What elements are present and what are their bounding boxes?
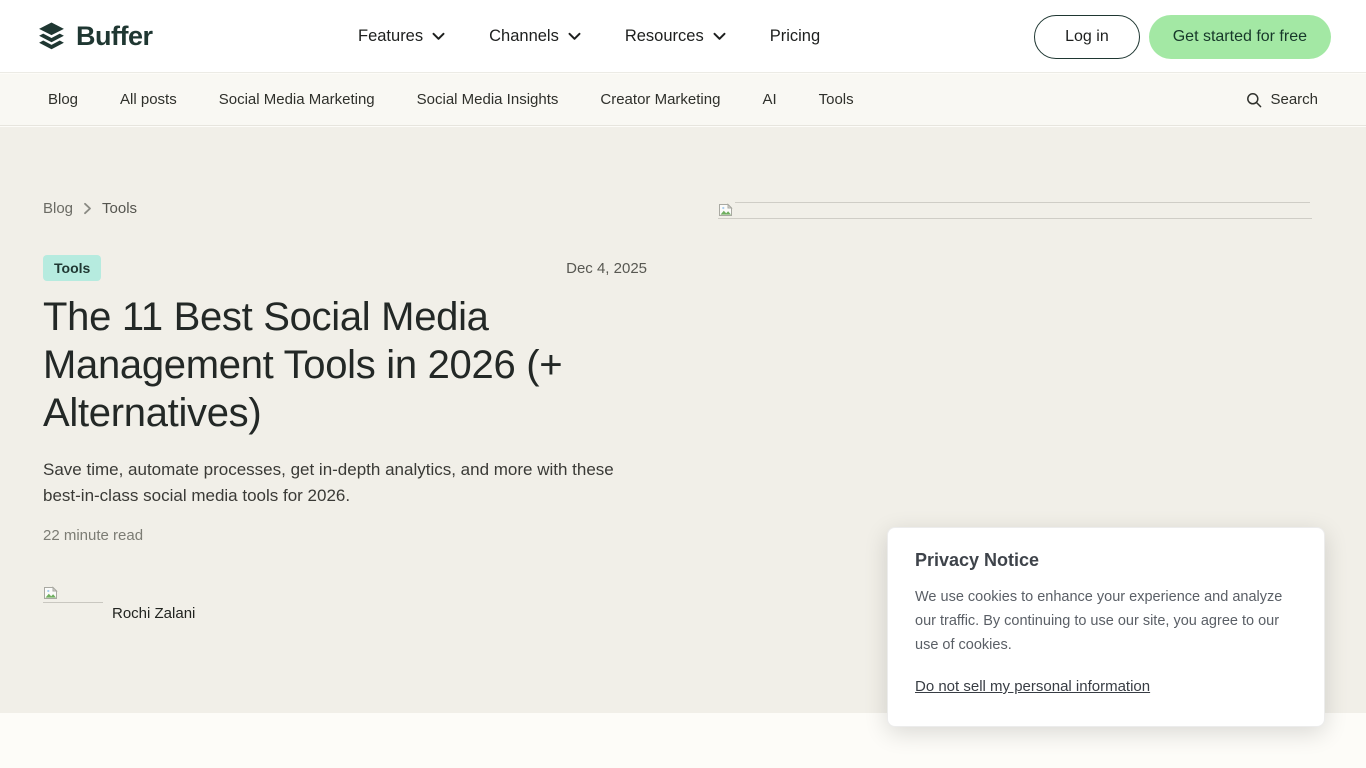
nav-item-channels[interactable]: Channels (489, 27, 581, 46)
buffer-logo-icon (36, 21, 67, 52)
nav-item-label: Features (358, 27, 423, 46)
nav-item-label: Channels (489, 27, 559, 46)
privacy-notice-body: We use cookies to enhance your experienc… (915, 585, 1297, 657)
author-name[interactable]: Rochi Zalani (112, 605, 195, 622)
nav-item-label: Resources (625, 27, 704, 46)
subnav-item-blog[interactable]: Blog (48, 91, 78, 108)
login-button[interactable]: Log in (1034, 15, 1140, 59)
subnav-item-all-posts[interactable]: All posts (120, 91, 177, 108)
subnav-item-ai[interactable]: AI (762, 91, 776, 108)
broken-image-border-bottom (718, 218, 1312, 219)
search-button[interactable]: Search (1246, 91, 1318, 108)
chevron-down-icon (713, 32, 726, 41)
post-subtitle: Save time, automate processes, get in-de… (43, 457, 618, 509)
hero-broken-image (718, 201, 1310, 219)
privacy-notice-dialog: Privacy Notice We use cookies to enhance… (887, 527, 1325, 727)
nav-item-pricing[interactable]: Pricing (770, 27, 820, 46)
nav-item-features[interactable]: Features (358, 27, 445, 46)
breadcrumb-tools-link[interactable]: Tools (102, 200, 137, 217)
do-not-sell-link[interactable]: Do not sell my personal information (915, 678, 1150, 695)
broken-image-icon (43, 585, 59, 601)
subnav-item-tools[interactable]: Tools (819, 91, 854, 108)
blog-subnav-items: Blog All posts Social Media Marketing So… (0, 91, 854, 108)
privacy-notice-title: Privacy Notice (915, 550, 1297, 571)
site-header: Buffer Features Channels Resources Prici… (0, 0, 1366, 73)
search-icon (1246, 92, 1262, 108)
post-title: The 11 Best Social Media Management Tool… (43, 293, 608, 437)
chevron-right-icon (83, 202, 92, 215)
nav-item-resources[interactable]: Resources (625, 27, 726, 46)
broken-image-icon (718, 202, 734, 218)
author-row: Rochi Zalani (43, 585, 343, 627)
breadcrumb-blog-link[interactable]: Blog (43, 200, 73, 217)
category-badge[interactable]: Tools (43, 255, 101, 281)
nav-item-label: Pricing (770, 27, 820, 46)
main-nav: Features Channels Resources Pricing (358, 0, 820, 73)
search-label: Search (1270, 91, 1318, 108)
badge-date-row: Tools Dec 4, 2025 (43, 254, 647, 282)
get-started-button[interactable]: Get started for free (1149, 15, 1331, 59)
read-time: 22 minute read (43, 527, 143, 544)
chevron-down-icon (568, 32, 581, 41)
header-actions: Log in Get started for free (1034, 0, 1331, 73)
chevron-down-icon (432, 32, 445, 41)
author-avatar-broken-image (43, 585, 103, 603)
buffer-logo-text: Buffer (76, 21, 153, 52)
blog-subnav: Blog All posts Social Media Marketing So… (0, 74, 1366, 126)
buffer-logo[interactable]: Buffer (36, 0, 153, 73)
post-date: Dec 4, 2025 (566, 260, 647, 277)
breadcrumb: Blog Tools (43, 200, 137, 217)
subnav-item-social-media-marketing[interactable]: Social Media Marketing (219, 91, 375, 108)
broken-image-border-top (735, 202, 1310, 203)
subnav-item-creator-marketing[interactable]: Creator Marketing (600, 91, 720, 108)
subnav-item-social-media-insights[interactable]: Social Media Insights (417, 91, 559, 108)
